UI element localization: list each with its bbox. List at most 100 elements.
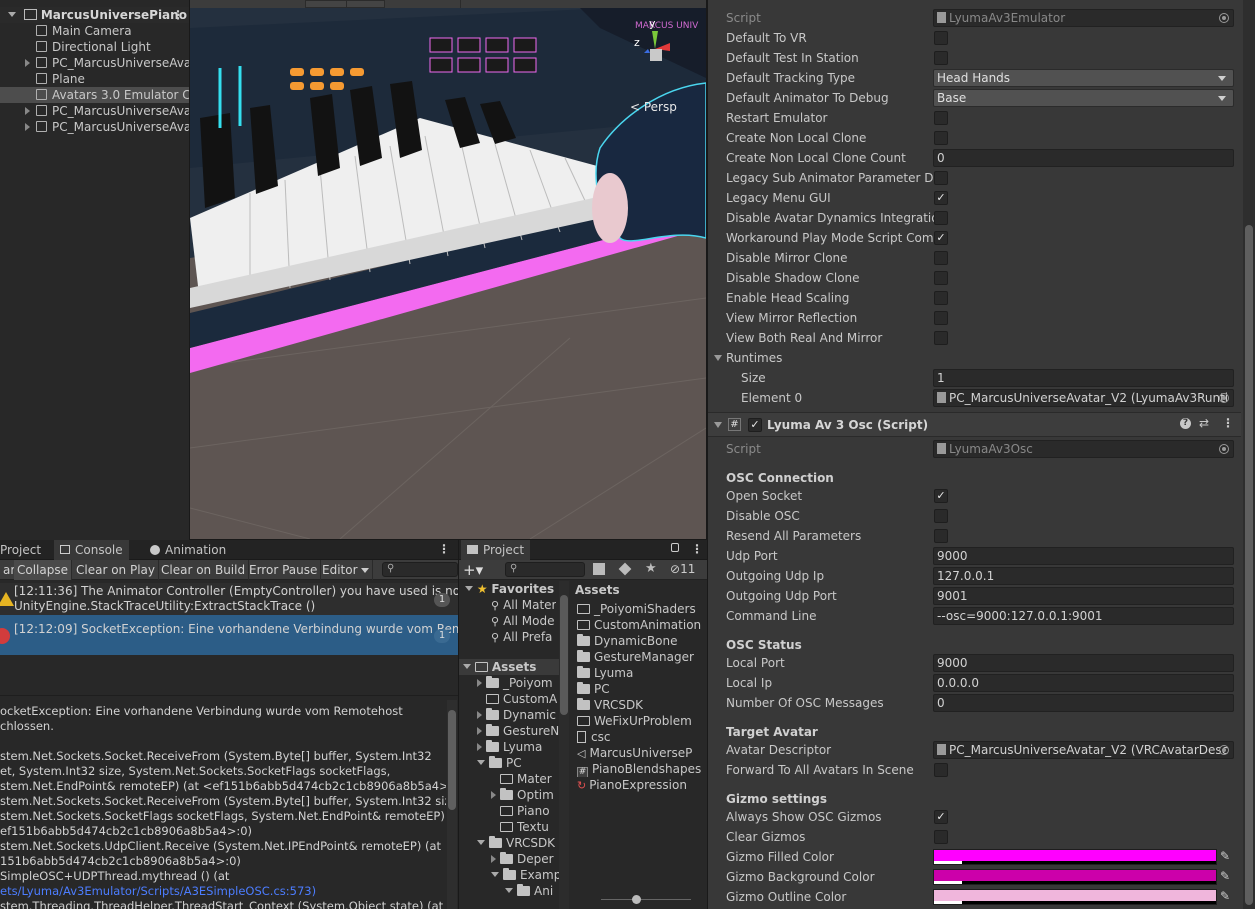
text-field[interactable]: 0 [933, 694, 1234, 712]
2d-toggle[interactable] [346, 0, 376, 8]
checkbox[interactable] [934, 291, 948, 305]
expand-arrow-icon[interactable] [8, 12, 16, 17]
osc-script-field[interactable]: LyumaAv3Osc [933, 440, 1234, 458]
dropdown-field[interactable]: Head Hands [933, 69, 1234, 87]
checkbox[interactable] [934, 131, 948, 145]
asset-item[interactable]: Lyuma [577, 665, 633, 681]
checkbox[interactable] [934, 31, 948, 45]
scene-orientation-gizmo[interactable]: y z [630, 13, 678, 73]
asset-item[interactable]: # PianoBlendshapes [577, 761, 701, 777]
asset-item[interactable]: GestureManager [577, 649, 694, 665]
tree-folder[interactable]: Mater [491, 771, 552, 787]
asset-item[interactable]: VRCSDK [577, 697, 643, 713]
object-picker-icon[interactable] [1219, 745, 1229, 755]
tree-folder[interactable]: Lyuma [477, 739, 542, 755]
tree-folder[interactable]: Deper [491, 851, 554, 867]
assets-root[interactable]: Assets [459, 659, 559, 675]
color-swatch[interactable] [933, 869, 1217, 885]
project-menu-icon[interactable]: ⋮ [691, 542, 703, 556]
object-picker-icon[interactable] [1219, 393, 1229, 403]
help-icon[interactable]: ? [1180, 418, 1191, 429]
checkbox[interactable] [934, 111, 948, 125]
error-pause-button[interactable]: Error Pause [246, 560, 322, 580]
stack-trace-line[interactable]: ets/Lyuma/Av3Emulator/Scripts/A3ESimpleO… [0, 884, 446, 899]
expand-arrow-icon[interactable] [25, 107, 30, 115]
zoom-slider-handle[interactable] [632, 895, 641, 904]
text-field[interactable]: 0.0.0.0 [933, 674, 1234, 692]
eyedropper-icon[interactable]: ✎ [1220, 849, 1234, 863]
tree-folder[interactable]: CustomA [477, 691, 557, 707]
checkbox[interactable] [934, 763, 948, 777]
hidden-packages-toggle[interactable]: ⊘11 [670, 562, 695, 576]
tree-scroll-thumb[interactable] [560, 595, 568, 715]
presets-icon[interactable]: ⇄ [1199, 416, 1209, 430]
console-scroll-thumb[interactable] [448, 710, 456, 810]
hierarchy-item[interactable]: PC_MarcusUniverseAva [0, 103, 189, 119]
dropdown-field[interactable]: Base [933, 89, 1234, 107]
favorite-item[interactable]: ⚲ All Mater [491, 597, 556, 613]
expand-arrow-icon[interactable] [714, 422, 722, 428]
tab-console[interactable]: Console [54, 540, 129, 560]
runtimes-foldout[interactable]: Runtimes [708, 348, 1241, 368]
create-add-button[interactable]: +▾ [463, 561, 483, 579]
tree-folder[interactable]: Examp [491, 867, 559, 883]
checkbox[interactable] [934, 331, 948, 345]
tree-folder[interactable]: VRCSDK [477, 835, 555, 851]
component-menu-icon[interactable]: ⋮ [1222, 416, 1234, 430]
inspector-scroll-thumb[interactable] [1245, 225, 1253, 905]
expand-arrow-icon[interactable] [25, 59, 30, 67]
hierarchy-item[interactable]: Directional Light [0, 39, 189, 55]
object-field[interactable]: LyumaAv3Emulator [933, 9, 1234, 27]
checkbox[interactable] [934, 271, 948, 285]
text-field[interactable]: 0 [933, 149, 1234, 167]
inspector-scrollbar[interactable] [1243, 0, 1255, 909]
favorite-item[interactable]: ⚲ All Mode [491, 613, 554, 629]
component-header[interactable]: # ✓ Lyuma Av 3 Osc (Script) ? ⇄ ⋮ [708, 412, 1241, 437]
eyedropper-icon[interactable]: ✎ [1220, 869, 1234, 883]
console-splitter[interactable] [0, 695, 458, 696]
collapsed-arrow-icon[interactable] [477, 727, 482, 735]
scene-tools[interactable] [460, 0, 520, 8]
console-entry-error[interactable]: [12:12:09] SocketException: Eine vorhand… [0, 615, 458, 655]
color-swatch[interactable] [933, 849, 1217, 865]
persp-label[interactable]: < Persp [630, 100, 677, 114]
asset-item[interactable]: CustomAnimation [577, 617, 701, 633]
favorite-star-icon[interactable]: ★ [645, 561, 657, 576]
console-menu-icon[interactable]: ⋮ [438, 542, 450, 556]
favorites-header[interactable]: ★ Favorites [465, 581, 554, 597]
checkbox[interactable] [934, 51, 948, 65]
hierarchy-item[interactable]: Main Camera [0, 23, 189, 39]
checkbox[interactable] [934, 311, 948, 325]
eyedropper-icon[interactable]: ✎ [1220, 889, 1234, 903]
zoom-slider[interactable] [601, 899, 691, 900]
collapsed-arrow-icon[interactable] [477, 679, 482, 687]
tree-folder[interactable]: _Poiyom [477, 675, 553, 691]
hierarchy-item[interactable]: Plane [0, 71, 189, 87]
expand-arrow-icon[interactable] [477, 840, 485, 845]
collapse-button[interactable]: Collapse [14, 560, 72, 580]
color-swatch[interactable] [933, 889, 1217, 905]
runtimes-element0-field[interactable]: PC_MarcusUniverseAvatar_V2 (LyumaAv3Runt… [933, 389, 1234, 407]
hierarchy-item[interactable]: PC_MarcusUniverseAva [0, 55, 189, 71]
expand-arrow-icon[interactable] [491, 872, 499, 877]
runtimes-size-field[interactable]: 1 [933, 369, 1234, 387]
editor-dropdown[interactable]: Editor [319, 560, 373, 580]
checkbox[interactable]: ✓ [934, 191, 948, 205]
object-picker-icon[interactable] [1219, 444, 1229, 454]
text-field[interactable]: 9001 [933, 587, 1234, 605]
text-field[interactable]: 9000 [933, 547, 1234, 565]
checkbox[interactable]: ✓ [934, 489, 948, 503]
asset-item[interactable]: _PoiyomiShaders [577, 601, 696, 617]
search-by-type-icon[interactable] [593, 563, 605, 575]
text-field[interactable]: 9000 [933, 654, 1234, 672]
tree-folder[interactable]: GestureN [477, 723, 559, 739]
tab-project-browser[interactable]: Project [461, 540, 531, 560]
lock-icon[interactable] [671, 543, 679, 552]
asset-item[interactable]: csc [577, 729, 610, 745]
label-tag-icon[interactable] [618, 562, 632, 576]
tab-project[interactable]: Project [0, 540, 47, 560]
clear-on-build-button[interactable]: Clear on Build [158, 560, 250, 580]
tree-folder[interactable]: Dynamic [477, 707, 556, 723]
scene-viewport[interactable]: MARCUS UNIV y z < Persp [190, 8, 706, 539]
checkbox[interactable] [934, 211, 948, 225]
